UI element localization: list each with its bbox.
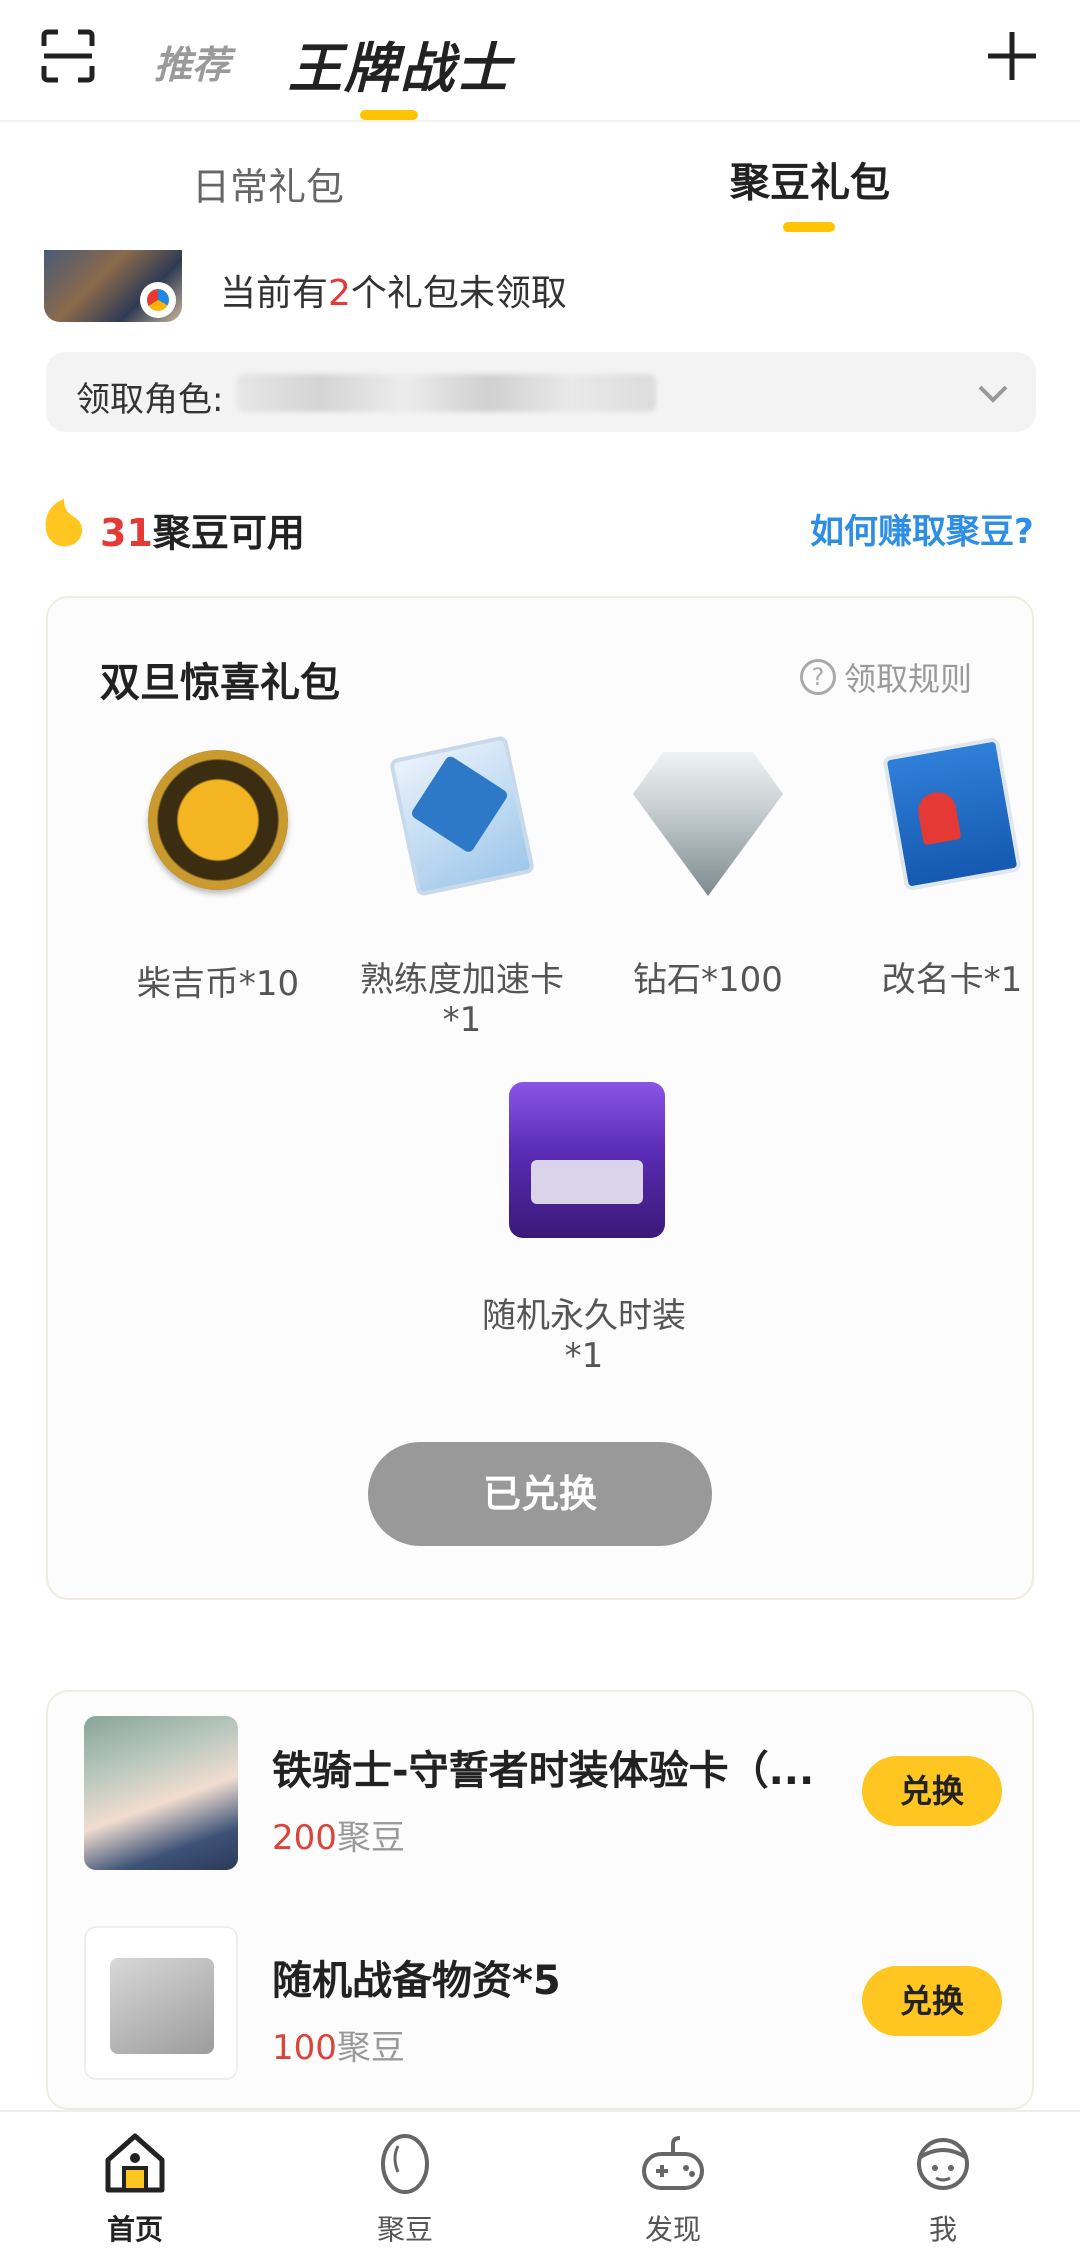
gift-item-name: 钻石*100 — [633, 960, 783, 1000]
bean-icon — [381, 2134, 429, 2194]
item-title: 铁骑士-守誓者时装体验卡（... — [272, 1748, 815, 1794]
top-bar: 推荐 王牌战士 — [0, 0, 1080, 122]
exchange-button[interactable]: 兑换 — [862, 1756, 1002, 1826]
rules-label: 领取规则 — [844, 660, 973, 698]
gift-item-name: 改名卡*1 — [881, 960, 1023, 1000]
nav-me-label: 我 — [928, 2213, 957, 2246]
price-unit: 聚豆 — [336, 1818, 405, 1858]
price-number: 200 — [272, 1818, 337, 1858]
gift-item-name: 随机永久时装*1 — [482, 1296, 686, 1376]
profile-icon — [917, 2138, 969, 2190]
unclaimed-suffix: 个礼包未领取 — [350, 273, 567, 314]
redeemed-button[interactable]: 已兑换 — [368, 1442, 712, 1546]
price-number: 100 — [272, 2028, 337, 2068]
tab-game[interactable]: 王牌战士 — [288, 24, 512, 103]
exchange-list: 铁骑士-守誓者时装体验卡（... 200聚豆 兑换 随机战备物资*5 100聚豆… — [46, 1690, 1034, 2110]
plus-icon[interactable] — [984, 28, 1040, 84]
item-thumbnail — [84, 1926, 238, 2080]
price-unit: 聚豆 — [336, 2028, 405, 2068]
nav-me[interactable]: 我 — [868, 2128, 1018, 2248]
how-to-earn-link[interactable]: 如何赚取聚豆? — [810, 504, 1034, 553]
gift-subtabs: 日常礼包 聚豆礼包 — [0, 124, 1080, 254]
role-label: 领取角色: — [76, 380, 224, 420]
gift-item: 随机永久时装*1 — [474, 1082, 694, 1376]
nav-discover[interactable]: 发现 — [598, 2128, 748, 2248]
item-thumbnail — [84, 1716, 238, 1870]
rename-card-icon — [882, 736, 1022, 892]
costume-chest-icon — [509, 1082, 665, 1238]
gift-item-name: 柴吉币*10 — [136, 964, 300, 1004]
bean-balance-label: 聚豆可用 — [152, 511, 305, 555]
gift-item: 改名卡*1 — [842, 736, 1062, 1000]
question-icon: ? — [800, 659, 836, 695]
unclaimed-prefix: 当前有 — [220, 273, 329, 314]
list-item: 随机战备物资*5 100聚豆 兑换 — [48, 1926, 1036, 2086]
bean-balance-number: 31 — [100, 511, 153, 555]
game-avatar — [44, 250, 182, 322]
bean-balance: 31聚豆可用 — [100, 502, 305, 557]
gamepad-icon — [642, 2136, 704, 2190]
active-subtab-indicator — [783, 222, 835, 232]
shiba-coin-icon — [148, 750, 288, 890]
chevron-down-icon[interactable] — [976, 376, 1010, 410]
item-price: 100聚豆 — [272, 2020, 405, 2069]
list-item: 铁骑士-守誓者时装体验卡（... 200聚豆 兑换 — [48, 1716, 1036, 1876]
gift-item-name: 熟练度加速卡*1 — [360, 960, 564, 1040]
exchange-button[interactable]: 兑换 — [862, 1966, 1002, 2036]
diamond-icon — [633, 752, 783, 896]
home-icon — [105, 2133, 165, 2193]
nav-bean-label: 聚豆 — [376, 2213, 433, 2246]
item-price: 200聚豆 — [272, 1810, 405, 1859]
scan-icon[interactable] — [40, 28, 96, 84]
role-name-blurred — [236, 374, 656, 412]
tab-recommend[interactable]: 推荐 — [154, 34, 230, 89]
nav-home-label: 首页 — [106, 2213, 163, 2246]
unclaimed-gift-count: 当前有2个礼包未领取 — [220, 264, 567, 316]
gift-pack-title: 双旦惊喜礼包 — [100, 660, 340, 706]
rules-link[interactable]: ? 领取规则 — [800, 654, 972, 700]
gift-item: 熟练度加速卡*1 — [352, 735, 572, 1040]
gift-item: 钻石*100 — [598, 746, 818, 1000]
gift-item: 柴吉币*10 — [108, 746, 328, 1004]
active-tab-indicator — [360, 110, 418, 120]
role-select[interactable]: 领取角色: — [46, 352, 1036, 432]
gift-pack-card: 双旦惊喜礼包 ? 领取规则 柴吉币*10 熟练度加速卡*1 钻石*100 改名卡… — [46, 596, 1034, 1600]
nav-discover-label: 发现 — [644, 2213, 701, 2246]
double-exp-card-icon — [388, 735, 536, 897]
subtab-bean-gift[interactable]: 聚豆礼包 — [730, 150, 890, 208]
nav-bean[interactable]: 聚豆 — [330, 2128, 480, 2248]
item-title: 随机战备物资*5 — [272, 1958, 561, 2004]
bean-icon — [45, 499, 83, 547]
platform-badge-icon — [140, 282, 176, 318]
bottom-nav: 首页 聚豆 发现 我 — [0, 2110, 1080, 2254]
unclaimed-number: 2 — [328, 273, 351, 314]
nav-home[interactable]: 首页 — [60, 2128, 210, 2248]
subtab-daily-gift[interactable]: 日常礼包 — [192, 156, 344, 211]
